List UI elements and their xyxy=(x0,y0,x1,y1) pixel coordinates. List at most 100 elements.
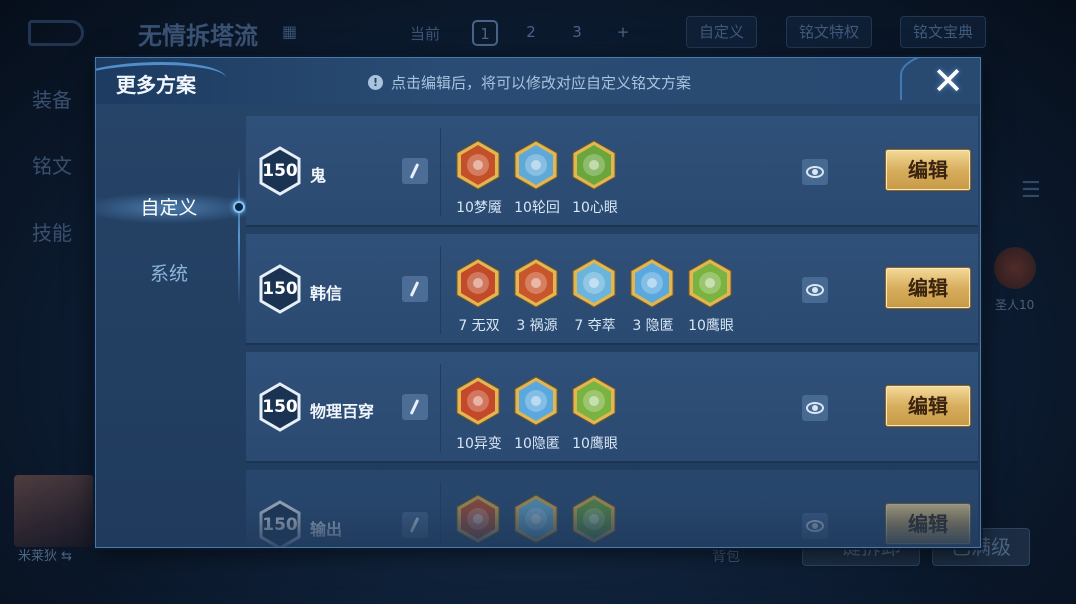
rune-item: 3 祸源 xyxy=(508,258,566,348)
swap-icon: ⇆ xyxy=(61,549,73,564)
rune-item: 10心眼 xyxy=(566,140,624,230)
edit-button[interactable]: 编辑 xyxy=(886,150,970,190)
rune-label: 3 隐匿 xyxy=(632,318,674,334)
scheme-name: 输出 xyxy=(310,520,343,539)
scheme-tab-3[interactable]: 3 xyxy=(564,20,590,46)
level-badge: 150 xyxy=(258,500,302,547)
rune-item: 7 无双 xyxy=(450,258,508,348)
current-label: 当前 xyxy=(410,24,441,43)
rune-item: 10轮回 xyxy=(508,140,566,230)
menu-icon[interactable]: ☰ xyxy=(1021,178,1043,203)
rename-icon[interactable] xyxy=(402,394,428,420)
rune-item xyxy=(508,494,566,547)
rune-label: 7 夺萃 xyxy=(574,318,616,334)
hero-portrait[interactable] xyxy=(14,475,94,547)
green-rune-icon xyxy=(688,258,732,308)
level-value: 150 xyxy=(262,279,298,299)
red-rune-icon xyxy=(456,140,500,190)
scheme-title: 无情拆塔流 xyxy=(138,22,258,50)
row-divider xyxy=(440,128,441,216)
rune-book-button[interactable]: 铭文宝典 xyxy=(900,16,987,48)
rune-group: 10梦魇 10轮回 10心眼 xyxy=(450,140,624,230)
rune-item: 7 夺萃 xyxy=(566,258,624,348)
rune-slot-icon[interactable] xyxy=(994,247,1036,289)
scheme-name: 物理百穿 xyxy=(310,402,375,421)
rune-item: 10梦魇 xyxy=(450,140,508,230)
rune-item: 10鹰眼 xyxy=(566,376,624,466)
rune-group xyxy=(450,494,624,547)
custom-button[interactable]: 自定义 xyxy=(686,16,758,48)
rune-item xyxy=(566,494,624,547)
rune-label: 10轮回 xyxy=(514,200,560,216)
edit-button[interactable]: 编辑 xyxy=(886,504,970,544)
level-value: 150 xyxy=(262,515,298,535)
rune-privilege-button[interactable]: 铭文特权 xyxy=(786,16,873,48)
rune-label: 3 祸源 xyxy=(516,318,558,334)
modal-header: 更多方案 ! 点击编辑后，将可以修改对应自定义铭文方案 ✕ xyxy=(96,58,980,104)
green-rune-icon xyxy=(572,376,616,426)
modal-side-tabs: 自定义 系统 xyxy=(96,104,245,547)
scheme-name: 鬼 xyxy=(310,166,327,185)
rune-item: 10隐匿 xyxy=(508,376,566,466)
rename-icon[interactable] xyxy=(402,158,428,184)
rune-label: 10异变 xyxy=(456,436,502,452)
eye-icon[interactable] xyxy=(802,277,828,303)
rune-slot-label: 圣人10 xyxy=(995,298,1035,312)
modal-title: 更多方案 xyxy=(116,73,196,97)
hint-text: 点击编辑后，将可以修改对应自定义铭文方案 xyxy=(391,74,692,92)
level-value: 150 xyxy=(262,161,298,181)
row-divider xyxy=(440,364,441,452)
scheme-list[interactable]: 150 鬼 10梦魇 10轮回 10心眼 编辑 150 韩信 7 无双 3 祸源 7 夺萃 3 隐匿 1… xyxy=(246,116,978,547)
back-icon[interactable] xyxy=(28,20,84,46)
red-rune-icon xyxy=(456,494,500,544)
rune-group: 10异变 10隐匿 10鹰眼 xyxy=(450,376,624,466)
side-tab-equipment[interactable]: 装备 xyxy=(32,84,72,113)
rune-label: 10隐匿 xyxy=(514,436,560,452)
rune-group: 7 无双 3 祸源 7 夺萃 3 隐匿 10鹰眼 xyxy=(450,258,740,348)
eye-icon[interactable] xyxy=(802,395,828,421)
active-tab-indicator xyxy=(233,201,245,213)
side-tab-runes[interactable]: 铭文 xyxy=(32,150,72,179)
scheme-name: 韩信 xyxy=(310,284,343,303)
rename-icon[interactable] xyxy=(402,276,428,302)
rune-item xyxy=(450,494,508,547)
edit-button[interactable]: 编辑 xyxy=(886,268,970,308)
scheme-row: 150 韩信 7 无双 3 祸源 7 夺萃 3 隐匿 10鹰眼 编辑 xyxy=(246,234,978,345)
tab-system[interactable]: 系统 xyxy=(96,248,242,300)
scheme-tab-1[interactable]: 1 xyxy=(472,20,499,46)
rune-label: 10鹰眼 xyxy=(572,436,618,452)
scheme-tab-2[interactable]: 2 xyxy=(518,20,544,46)
close-icon[interactable]: ✕ xyxy=(928,62,968,102)
bag-label[interactable]: 背包 xyxy=(712,546,740,566)
tab-custom[interactable]: 自定义 xyxy=(96,182,242,234)
green-rune-icon xyxy=(572,494,616,544)
green-rune-icon xyxy=(572,140,616,190)
hero-name: 米莱狄 ⇆ xyxy=(18,549,73,564)
rune-item: 10鹰眼 xyxy=(682,258,740,348)
scheme-row: 150 物理百穿 10异变 10隐匿 10鹰眼 编辑 xyxy=(246,352,978,463)
blue-rune-icon xyxy=(630,258,674,308)
info-icon: ! xyxy=(368,75,383,90)
rename-icon[interactable] xyxy=(402,512,428,538)
rune-label: 10梦魇 xyxy=(456,200,502,216)
eye-icon[interactable] xyxy=(802,159,828,185)
grid-icon[interactable]: ▦ xyxy=(282,22,300,41)
blue-rune-icon xyxy=(572,258,616,308)
level-value: 150 xyxy=(262,397,298,417)
edit-button[interactable]: 编辑 xyxy=(886,386,970,426)
rune-item: 3 隐匿 xyxy=(624,258,682,348)
side-tab-skills[interactable]: 技能 xyxy=(32,217,72,246)
blue-rune-icon xyxy=(514,494,558,544)
more-schemes-modal: 更多方案 ! 点击编辑后，将可以修改对应自定义铭文方案 ✕ 自定义 系统 150… xyxy=(95,57,981,548)
eye-icon[interactable] xyxy=(802,513,828,539)
red-rune-icon xyxy=(514,258,558,308)
level-badge: 150 xyxy=(258,382,302,432)
add-scheme-tab[interactable]: + xyxy=(610,20,636,46)
scheme-tabs: 当前 1 2 3 + xyxy=(410,20,656,46)
level-badge: 150 xyxy=(258,264,302,314)
blue-rune-icon xyxy=(514,376,558,426)
red-rune-icon xyxy=(456,376,500,426)
row-divider xyxy=(440,482,441,547)
row-divider xyxy=(440,246,441,334)
scheme-row: 150 鬼 10梦魇 10轮回 10心眼 编辑 xyxy=(246,116,978,227)
